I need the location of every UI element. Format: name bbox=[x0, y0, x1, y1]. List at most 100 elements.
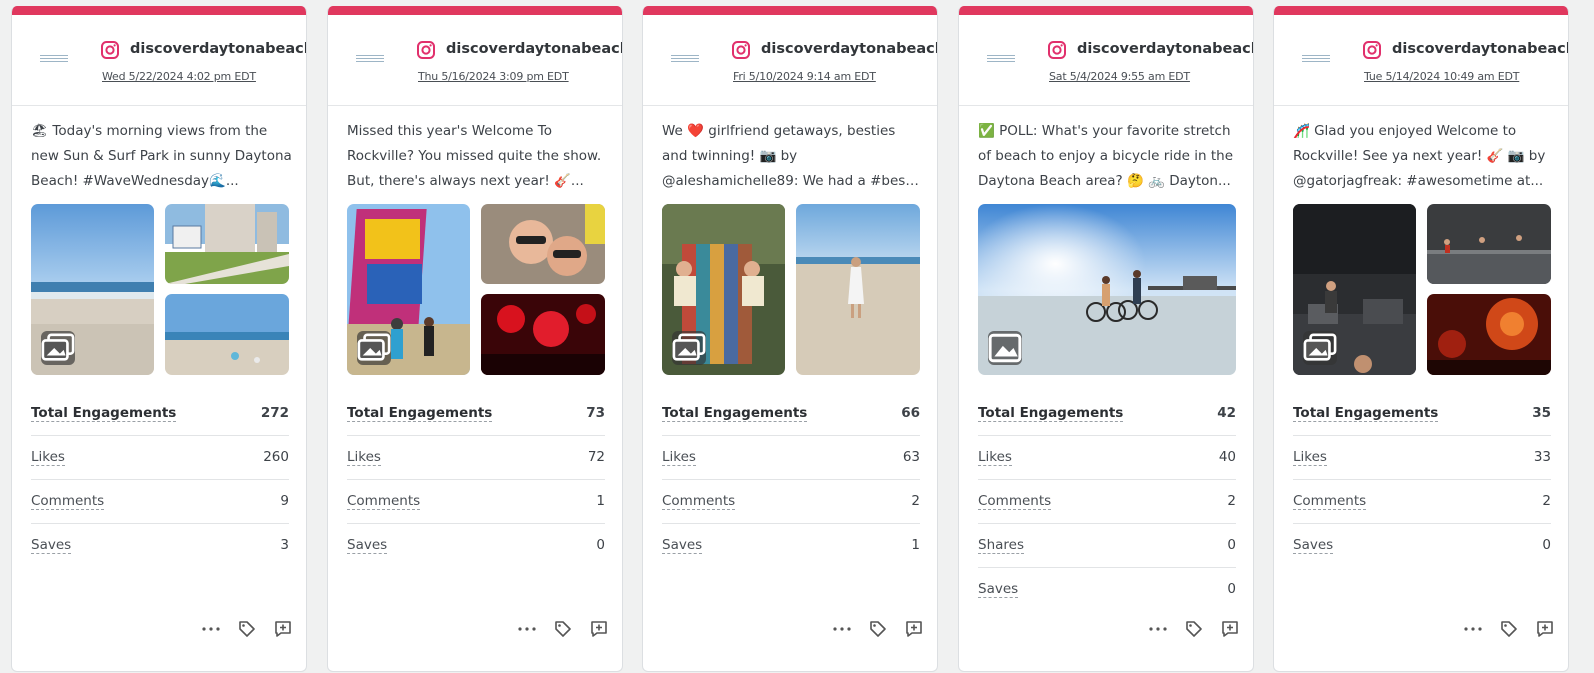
metric-label[interactable]: Likes bbox=[1293, 449, 1327, 466]
post-caption: Missed this year's Welcome To Rockville?… bbox=[347, 119, 609, 194]
metric-row: Saves 3 bbox=[31, 524, 289, 568]
metric-label[interactable]: Comments bbox=[31, 493, 105, 510]
photo-woman-on-beach[interactable] bbox=[796, 204, 920, 375]
post-media[interactable] bbox=[662, 204, 920, 375]
metric-label[interactable]: Total Engagements bbox=[978, 405, 1124, 422]
add-note-icon[interactable] bbox=[903, 618, 925, 640]
account-name[interactable]: discoverdaytonabeach bbox=[761, 41, 937, 57]
tag-icon[interactable] bbox=[1498, 618, 1520, 640]
metric-value: 260 bbox=[263, 449, 289, 465]
metric-label[interactable]: Shares bbox=[978, 537, 1024, 554]
account-name[interactable]: discoverdaytonabeach bbox=[446, 41, 622, 57]
post-date-link[interactable]: Sat 5/4/2024 9:55 am EDT bbox=[1049, 70, 1190, 83]
more-options-icon[interactable] bbox=[1462, 618, 1484, 640]
card-header: discoverdaytonabeach Tue 5/14/2024 10:49… bbox=[1274, 15, 1568, 106]
tag-icon[interactable] bbox=[236, 618, 258, 640]
metric-row: Total Engagements 73 bbox=[347, 392, 605, 436]
metric-label[interactable]: Likes bbox=[978, 449, 1012, 466]
caption-line: ✅ POLL: What's your favorite stretch bbox=[978, 123, 1231, 139]
add-note-icon[interactable] bbox=[1534, 618, 1556, 640]
post-media[interactable] bbox=[1293, 204, 1551, 375]
post-card[interactable]: discoverdaytonabeach Tue 5/14/2024 10:49… bbox=[1273, 6, 1569, 672]
metric-value: 73 bbox=[586, 405, 605, 421]
metric-label[interactable]: Total Engagements bbox=[31, 405, 177, 422]
metric-value: 2 bbox=[911, 493, 920, 509]
add-note-icon[interactable] bbox=[272, 618, 294, 640]
tag-icon[interactable] bbox=[1183, 618, 1205, 640]
metric-row: Comments 2 bbox=[662, 480, 920, 524]
metric-label[interactable]: Saves bbox=[31, 537, 72, 554]
metric-value: 9 bbox=[280, 493, 289, 509]
photo-festival-sign[interactable] bbox=[347, 204, 470, 375]
metrics-list: Total Engagements 66 Likes 63 Comments 2 Sa… bbox=[662, 392, 920, 568]
caption-line: new Sun & Surf Park in sunny Daytona bbox=[31, 148, 292, 164]
photo-stage-wide[interactable] bbox=[1427, 204, 1551, 284]
post-date-link[interactable]: Tue 5/14/2024 10:49 am EDT bbox=[1364, 70, 1519, 83]
metric-row: Comments 9 bbox=[31, 480, 289, 524]
tag-icon[interactable] bbox=[867, 618, 889, 640]
image-icon bbox=[988, 331, 1022, 365]
photo-band-on-stage[interactable] bbox=[1293, 204, 1416, 375]
more-options-icon[interactable] bbox=[831, 618, 853, 640]
photo-park-sign[interactable] bbox=[165, 204, 289, 284]
metric-value: 0 bbox=[1227, 537, 1236, 553]
metric-value: 63 bbox=[902, 449, 920, 465]
metric-label[interactable]: Total Engagements bbox=[347, 405, 493, 422]
photo-beach-umbrellas[interactable] bbox=[165, 294, 289, 375]
metric-label[interactable]: Comments bbox=[1293, 493, 1367, 510]
metric-label[interactable]: Likes bbox=[347, 449, 381, 466]
metric-label[interactable]: Saves bbox=[978, 581, 1019, 598]
metric-label[interactable]: Likes bbox=[662, 449, 696, 466]
metric-label[interactable]: Comments bbox=[978, 493, 1052, 510]
post-media[interactable] bbox=[31, 204, 289, 375]
metric-value: 1 bbox=[911, 537, 920, 553]
post-date-link[interactable]: Thu 5/16/2024 3:09 pm EDT bbox=[418, 70, 569, 83]
metric-label[interactable]: Saves bbox=[662, 537, 703, 554]
post-card[interactable]: discoverdaytonabeach Sat 5/4/2024 9:55 a… bbox=[958, 6, 1254, 672]
metric-row: Likes 33 bbox=[1293, 436, 1551, 480]
gallery-icon bbox=[357, 331, 391, 365]
caption-line: 🏖 Today's morning views from the bbox=[31, 123, 268, 139]
metric-row: Comments 2 bbox=[978, 480, 1236, 524]
photo-besties-sign[interactable] bbox=[662, 204, 785, 375]
metric-row: Likes 63 bbox=[662, 436, 920, 480]
post-card[interactable]: discoverdaytonabeach Fri 5/10/2024 9:14 … bbox=[642, 6, 938, 672]
account-name[interactable]: discoverdaytonabeach bbox=[130, 41, 306, 57]
more-options-icon[interactable] bbox=[516, 618, 538, 640]
metric-label[interactable]: Likes bbox=[31, 449, 65, 466]
account-name[interactable]: discoverdaytonabeach bbox=[1077, 41, 1253, 57]
post-media[interactable] bbox=[978, 204, 1236, 375]
post-media[interactable] bbox=[347, 204, 605, 375]
photo-selfie-couple[interactable] bbox=[481, 204, 605, 284]
metrics-list: Total Engagements 35 Likes 33 Comments 2 Sa… bbox=[1293, 392, 1551, 568]
photo-bicycle-riders[interactable] bbox=[978, 204, 1236, 375]
metric-row: Shares 0 bbox=[978, 524, 1236, 568]
metric-label[interactable]: Comments bbox=[662, 493, 736, 510]
account-name[interactable]: discoverdaytonabeach bbox=[1392, 41, 1568, 57]
more-options-icon[interactable] bbox=[1147, 618, 1169, 640]
photo-beach-shore[interactable] bbox=[31, 204, 154, 375]
card-header: discoverdaytonabeach Sat 5/4/2024 9:55 a… bbox=[959, 15, 1253, 106]
card-actions bbox=[1147, 618, 1241, 640]
post-card[interactable]: discoverdaytonabeach Wed 5/22/2024 4:02 … bbox=[11, 6, 307, 672]
post-card[interactable]: discoverdaytonabeach Thu 5/16/2024 3:09 … bbox=[327, 6, 623, 672]
tag-icon[interactable] bbox=[552, 618, 574, 640]
brand-logo bbox=[667, 49, 703, 67]
metric-value: 2 bbox=[1227, 493, 1236, 509]
post-date-link[interactable]: Wed 5/22/2024 4:02 pm EDT bbox=[102, 70, 256, 83]
metric-label[interactable]: Comments bbox=[347, 493, 421, 510]
metric-label[interactable]: Total Engagements bbox=[662, 405, 808, 422]
add-note-icon[interactable] bbox=[1219, 618, 1241, 640]
card-actions bbox=[831, 618, 925, 640]
brand-logo bbox=[36, 49, 72, 67]
post-date-link[interactable]: Fri 5/10/2024 9:14 am EDT bbox=[733, 70, 876, 83]
photo-concert-stage[interactable] bbox=[481, 294, 605, 375]
metric-label[interactable]: Total Engagements bbox=[1293, 405, 1439, 422]
metric-value: 0 bbox=[1227, 581, 1236, 597]
more-options-icon[interactable] bbox=[200, 618, 222, 640]
photo-stage-red-lights[interactable] bbox=[1427, 294, 1551, 375]
metric-label[interactable]: Saves bbox=[347, 537, 388, 554]
add-note-icon[interactable] bbox=[588, 618, 610, 640]
metric-label[interactable]: Saves bbox=[1293, 537, 1334, 554]
gallery-icon bbox=[1303, 331, 1337, 365]
